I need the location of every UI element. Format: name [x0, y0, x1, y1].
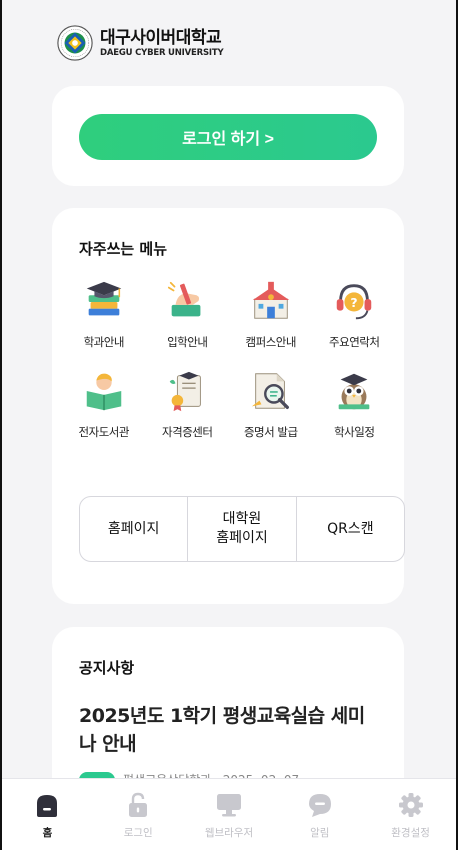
- monitor-icon: [216, 794, 241, 817]
- app-screen: 대구사이버대학교 DAEGU CYBER UNIVERSITY 로그인 하기 >…: [0, 0, 458, 850]
- tab-label: 웹브라우저: [204, 827, 254, 839]
- tab-home[interactable]: 홈: [2, 779, 93, 850]
- books-graduation-cap-icon: [86, 281, 121, 316]
- tab-label: 환경설정: [391, 827, 430, 839]
- owl-graduate-icon: [338, 373, 370, 410]
- menu-label: 캠퍼스안내: [245, 335, 297, 349]
- chat-bubble-icon: [308, 794, 331, 817]
- tab-label: 알림: [310, 827, 330, 839]
- menu-item-campus[interactable]: 캠퍼스안내: [229, 278, 313, 350]
- frequent-menu-card: 자주쓰는 메뉴 학과안내 입학안내 캠퍼스안내 ? 주요연락처 전자도서관 자격…: [52, 208, 405, 604]
- menu-grid: 학과안내 입학안내 캠퍼스안내 ? 주요연락처 전자도서관 자격증센터 증명서 …: [62, 278, 396, 440]
- university-logo[interactable]: 대구사이버대학교 DAEGU CYBER UNIVERSITY: [56, 24, 224, 62]
- menu-label: 학사일정: [334, 425, 375, 439]
- menu-item-library[interactable]: 전자도서관: [62, 368, 146, 440]
- logo-title-en: DAEGU CYBER UNIVERSITY: [100, 47, 224, 58]
- qr-scan-link[interactable]: QR스캔: [295, 497, 404, 561]
- certificate-icon: [170, 371, 202, 412]
- university-emblem-icon: [57, 25, 93, 61]
- bottom-tab-bar: 홈 로그인 웹브라우저 알림 환경설정: [2, 778, 456, 850]
- tab-label: 홈: [42, 827, 53, 839]
- menu-item-department[interactable]: 학과안내: [62, 278, 146, 350]
- menu-label: 주요연락처: [329, 335, 380, 349]
- menu-label: 전자도서관: [78, 425, 130, 439]
- school-building-icon: [252, 281, 289, 319]
- tab-web-browser[interactable]: 웹브라우저: [184, 779, 275, 850]
- headset-question-icon: ?: [337, 284, 372, 320]
- frequent-menu-title: 자주쓰는 메뉴: [79, 240, 168, 258]
- tab-settings[interactable]: 환경설정: [365, 779, 456, 850]
- lock-icon: [129, 792, 148, 817]
- tab-login[interactable]: 로그인: [93, 779, 184, 850]
- tab-notifications[interactable]: 알림: [274, 779, 365, 850]
- menu-item-certificate-center[interactable]: 자격증센터: [146, 368, 230, 440]
- menu-item-certificate-issuance[interactable]: 증명서 발급: [229, 368, 313, 440]
- menu-label: 증명서 발급: [243, 425, 298, 439]
- menu-item-contacts[interactable]: ? 주요연락처: [313, 278, 397, 350]
- logo-title-ko: 대구사이버대학교: [100, 27, 222, 48]
- svg-text:?: ?: [351, 295, 358, 310]
- notice-headline[interactable]: 2025년도 1학기 평생교육실습 세미나 안내: [79, 702, 379, 758]
- tab-label: 로그인: [123, 827, 153, 839]
- notice-title: 공지사항: [79, 659, 135, 677]
- homepage-link[interactable]: 홈페이지: [80, 497, 187, 561]
- menu-label: 입학안내: [167, 335, 208, 349]
- menu-label: 자격증센터: [162, 425, 213, 439]
- home-icon: [37, 795, 58, 817]
- menu-label: 학과안내: [83, 335, 125, 349]
- menu-item-academic-calendar[interactable]: 학사일정: [313, 368, 397, 440]
- login-card: 로그인 하기 >: [52, 86, 404, 186]
- quick-link-row: 홈페이지 대학원 홈페이지 QR스캔: [79, 496, 405, 562]
- login-button[interactable]: 로그인 하기 >: [79, 114, 377, 160]
- hand-with-pen-icon: [168, 281, 201, 317]
- graduate-homepage-link[interactable]: 대학원 홈페이지: [187, 497, 295, 561]
- document-magnifier-icon: [251, 373, 289, 409]
- gear-icon: [398, 793, 423, 817]
- menu-item-admission[interactable]: 입학안내: [146, 278, 230, 350]
- top-bar: 대구사이버대학교 DAEGU CYBER UNIVERSITY: [2, 0, 456, 78]
- reading-person-icon: [86, 373, 121, 411]
